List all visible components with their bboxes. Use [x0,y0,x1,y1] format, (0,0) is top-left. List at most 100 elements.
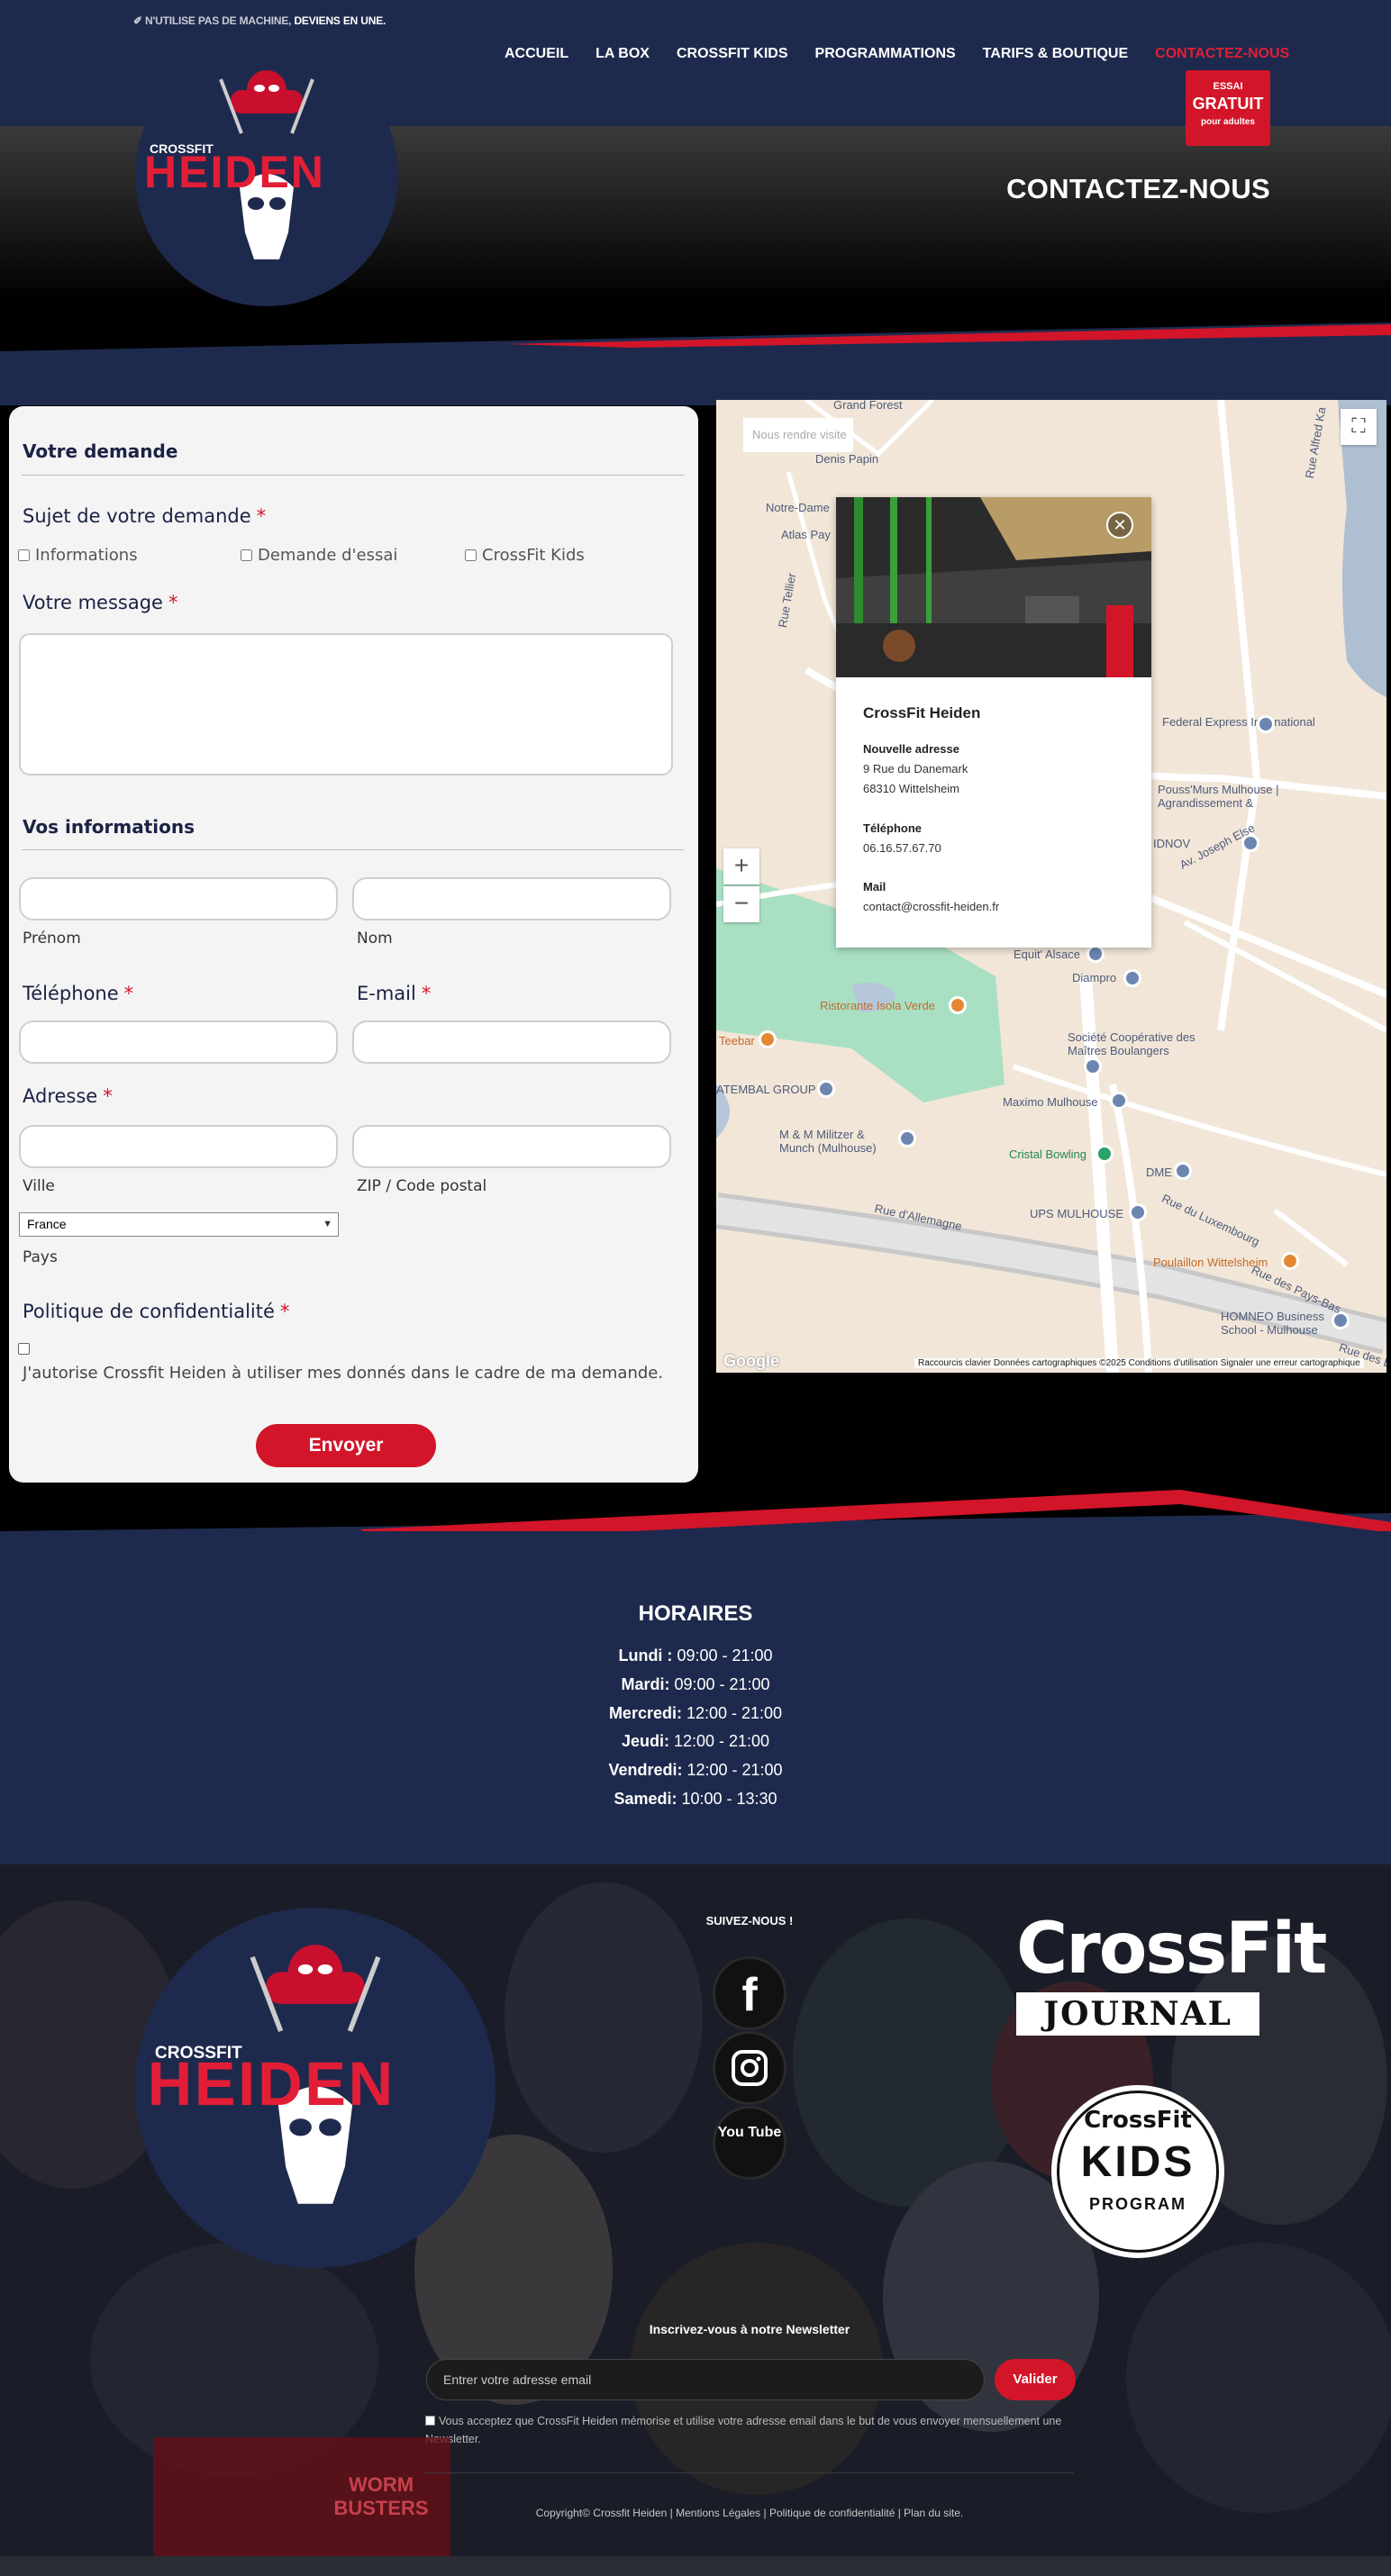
nav-tarifs-boutique[interactable]: TARIFS & BOUTIQUE [983,46,1128,62]
google-map[interactable]: Nous rendre visite ⛶ + − Notre-Dame Atla… [716,400,1386,1373]
instagram-icon[interactable] [713,2031,786,2105]
zoom-out-button[interactable]: − [723,886,759,922]
map-pin-icon[interactable] [1129,1203,1147,1221]
restaurant-icon[interactable] [1281,1252,1299,1270]
gym-photo [836,497,1151,677]
youtube-icon[interactable]: You Tube [713,2106,786,2180]
fullscreen-icon[interactable]: ⛶ [1341,409,1377,445]
map-pin-icon[interactable] [898,1129,916,1147]
phone-label: Téléphone * [23,983,134,1004]
page-title: CONTACTEZ-NOUS [1006,173,1270,204]
option-crossfit-kids[interactable]: CrossFit Kids [465,546,585,565]
submit-button[interactable]: Envoyer [256,1424,436,1467]
popup-phone-title: Téléphone [863,821,923,835]
newsletter-title: Inscrivez-vous à notre Newsletter [649,2322,850,2336]
nav-crossfit-kids[interactable]: CROSSFIT KIDS [677,46,788,62]
event-poster: WORM BUSTERS [153,2437,450,2558]
map-label: Teebar [719,1034,755,1048]
section-votre-demande: Votre demande [23,440,178,462]
hours-row: Lundi : 09:00 - 21:00 [618,1646,773,1664]
bottom-bar [0,2556,1391,2576]
map-footer: Raccourcis clavier Données cartographiqu… [716,1355,1386,1373]
trial-line1: ESSAI [1213,81,1243,92]
map-pin-icon[interactable] [1110,1092,1128,1110]
nav-programmations[interactable]: PROGRAMMATIONS [815,46,956,62]
nav-contactez-nous[interactable]: CONTACTEZ-NOUS [1155,46,1289,62]
map-pin-icon[interactable] [1257,715,1275,733]
crossfit-journal-logo[interactable]: CrossFit JOURNAL [1016,1913,1327,2036]
popup-address-title: Nouvelle adresse [863,742,959,756]
newsletter-email-input[interactable]: Entrer votre adresse email [426,2359,985,2400]
privacy-consent-text: J'autorise Crossfit Heiden à utiliser me… [23,1364,664,1383]
map-label: Federal Express International [1162,715,1315,729]
section-vos-informations: Vos informations [23,816,195,838]
logo-heiden-text: HEIDEN [148,2049,395,2118]
map-label: UPS MULHOUSE [1030,1207,1124,1220]
map-pin-icon[interactable] [817,1080,835,1098]
option-informations[interactable]: Informations [18,546,138,565]
address-label: Adresse * [23,1085,113,1107]
newsletter-submit-button[interactable]: Valider [995,2359,1076,2400]
contact-form: Votre demande Sujet de votre demande * In… [9,406,698,1483]
map-label: Ristorante Isola Verde [820,999,935,1012]
privacy-checkbox[interactable] [18,1343,30,1355]
phone-input[interactable] [19,1020,338,1064]
country-select[interactable]: France ▼ [19,1212,339,1237]
main-nav: ACCUEIL LA BOX CROSSFIT KIDS PROGRAMMATI… [505,46,1289,62]
checkbox-crossfit-kids[interactable] [465,549,477,561]
map-attribution[interactable]: Raccourcis clavier Données cartographiqu… [914,1358,1364,1368]
map-label: Equit' Alsace [1014,948,1081,961]
map-label: Denis Papin [815,452,879,466]
map-label: Société Coopérative des Maîtres Boulange… [1068,1030,1196,1057]
lastname-input[interactable] [352,877,671,921]
firstname-sublabel: Prénom [23,930,81,948]
hours-row: Mercredi: 12:00 - 21:00 [608,1704,783,1722]
restaurant-icon[interactable] [759,1030,777,1048]
city-input[interactable] [19,1125,338,1168]
hours-row: Vendredi: 12:00 - 21:00 [608,1761,783,1779]
popup-title: CrossFit Heiden [863,704,981,721]
crossfit-kids-logo[interactable]: CrossFit KIDS PROGRAM [1051,2085,1224,2258]
map-pin-icon[interactable] [1174,1162,1192,1180]
map-label: Diampro [1072,971,1117,984]
option-demande-essai[interactable]: Demande d'essai [241,546,397,565]
map-pin-icon[interactable] [1123,969,1141,987]
map-label: Notre-Dame [766,501,830,514]
popup-phone: 06.16.57.67.70 [863,841,941,855]
zip-sublabel: ZIP / Code postal [357,1177,487,1195]
map-label: DME [1146,1166,1172,1179]
message-label: Votre message * [23,592,178,613]
copyright[interactable]: Copyright© Crossfit Heiden | Mentions Lé… [0,2507,1391,2519]
map-label: Poulaillon Wittelsheim [1153,1256,1268,1269]
map-label: IDNOV [1153,837,1191,850]
message-textarea[interactable] [19,633,673,776]
visit-button[interactable]: Nous rendre visite [743,418,853,452]
bowling-icon[interactable] [1096,1145,1114,1163]
map-label: Atlas Pay [781,528,831,541]
popup-mail-title: Mail [863,880,886,893]
checkbox-demande-essai[interactable] [241,549,252,561]
hours-row: Jeudi: 12:00 - 21:00 [621,1732,770,1750]
close-icon[interactable]: ✕ [1106,512,1133,539]
heiden-logo[interactable]: CROSSFIT HEIDEN [135,43,398,306]
map-label: Grand Forest [833,400,903,412]
newsletter-consent-checkbox[interactable] [425,2416,435,2426]
popup-address-line1: 9 Rue du Danemark [863,762,968,776]
restaurant-icon[interactable] [949,996,967,1014]
popup-mail[interactable]: contact@crossfit-heiden.fr [863,900,999,913]
zoom-in-button[interactable]: + [723,848,759,884]
facebook-icon[interactable]: f [713,1956,786,2030]
footer-heiden-logo[interactable]: CROSSFIT HEIDEN [135,1908,495,2268]
email-input[interactable] [352,1020,671,1064]
divider [22,475,684,476]
map-pin-icon[interactable] [1084,1057,1102,1075]
free-trial-button[interactable]: ESSAI GRATUIT pour adultes [1186,70,1270,146]
google-logo: Google [723,1352,779,1370]
map-pin-icon[interactable] [1086,945,1105,963]
firstname-input[interactable] [19,877,338,921]
checkbox-informations[interactable] [18,549,30,561]
zip-input[interactable] [352,1125,671,1168]
nav-accueil[interactable]: ACCUEIL [505,46,568,62]
nav-la-box[interactable]: LA BOX [595,46,650,62]
country-sublabel: Pays [23,1248,58,1266]
